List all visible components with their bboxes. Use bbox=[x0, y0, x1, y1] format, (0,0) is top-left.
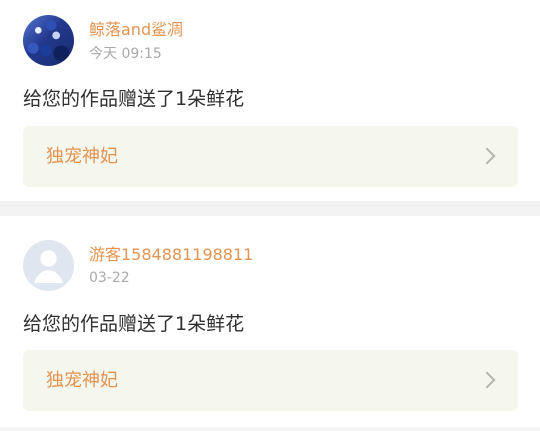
gift-message: 给您的作品赠送了1朵鲜花 bbox=[23, 88, 245, 110]
timestamp: 今天 09:15 bbox=[89, 46, 162, 62]
username[interactable]: 游客1584881198811 bbox=[89, 245, 253, 265]
gift-notification-card: 游客1584881198811 03-22 给您的作品赠送了1朵鲜花 独宠神妃 bbox=[0, 216, 540, 427]
user-silhouette-icon bbox=[23, 240, 74, 291]
gift-notification-card: 鲸落and鲨凋 今天 09:15 给您的作品赠送了1朵鲜花 独宠神妃 bbox=[0, 0, 540, 201]
timestamp: 03-22 bbox=[89, 270, 130, 286]
username[interactable]: 鲸落and鲨凋 bbox=[89, 20, 183, 40]
chevron-right-icon bbox=[478, 371, 496, 389]
default-user-avatar[interactable] bbox=[23, 240, 74, 291]
work-title: 独宠神妃 bbox=[46, 370, 118, 391]
gift-message: 给您的作品赠送了1朵鲜花 bbox=[23, 313, 245, 335]
user-avatar[interactable] bbox=[23, 15, 74, 66]
work-title: 独宠神妃 bbox=[46, 146, 118, 167]
work-link[interactable]: 独宠神妃 bbox=[23, 350, 518, 411]
chevron-right-icon bbox=[478, 147, 496, 165]
gift-notification-feed: 鲸落and鲨凋 今天 09:15 给您的作品赠送了1朵鲜花 独宠神妃 游客158… bbox=[0, 0, 540, 431]
work-link[interactable]: 独宠神妃 bbox=[23, 126, 518, 187]
